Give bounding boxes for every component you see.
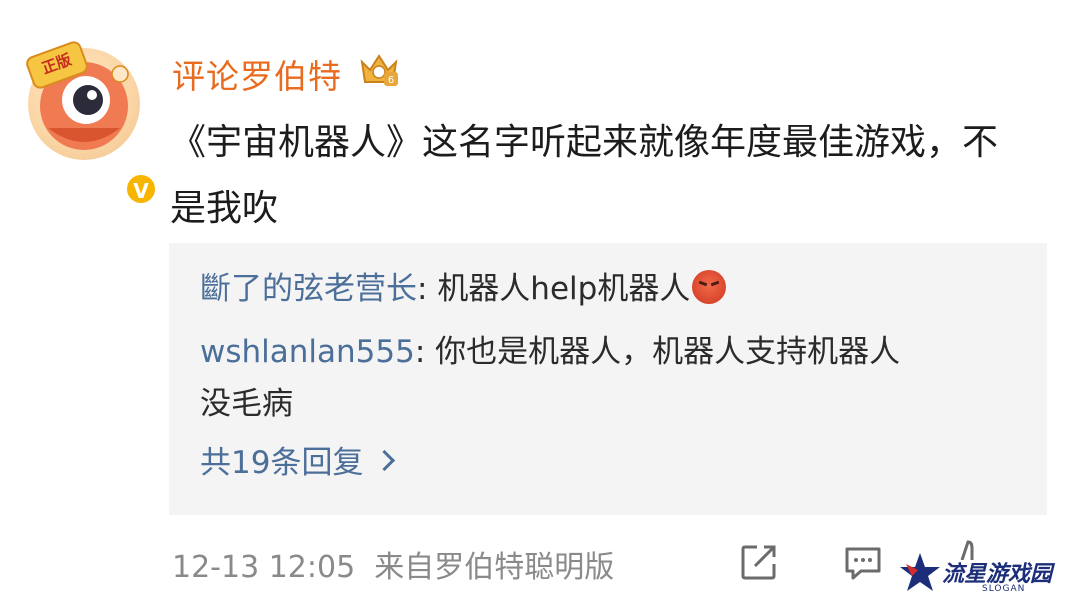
reply-preview-box[interactable]: 斷了的弦老营长: 机器人help机器人 wshlanlan555: 你也是机器人… bbox=[169, 243, 1047, 515]
reply-count-label: 共19条回复 bbox=[200, 445, 364, 481]
reply-separator: : bbox=[414, 334, 436, 370]
angry-face-emoji-icon bbox=[692, 270, 727, 304]
reply-item[interactable]: wshlanlan555: 你也是机器人，机器人支持机器人 bbox=[200, 326, 900, 378]
watermark-slogan: SLOGAN bbox=[982, 584, 1026, 594]
reply-separator: : bbox=[417, 271, 438, 307]
comment-timestamp: 12-13 12:05 bbox=[172, 550, 356, 585]
chevron-right-icon bbox=[374, 449, 396, 472]
comment-body: 《宇宙机器人》这名字听起来就像年度最佳游戏，不是我吹 bbox=[170, 122, 999, 229]
svg-text:6: 6 bbox=[388, 75, 394, 86]
comment-icon[interactable] bbox=[843, 545, 883, 581]
share-icon[interactable] bbox=[740, 543, 778, 581]
comment-card: 正版 V 评论罗伯特 6 《宇宙机器人》这名字听起来就像年度最佳游戏，不是我吹 … bbox=[0, 0, 1080, 601]
reply-text-continued: 没毛病 bbox=[200, 386, 293, 422]
comment-meta: 12-13 12:05 来自罗伯特聪明版 bbox=[172, 542, 614, 586]
view-all-replies-link[interactable]: 共19条回复 bbox=[200, 441, 396, 485]
reply-username[interactable]: 斷了的弦老营长 bbox=[200, 271, 417, 307]
star-logo-icon bbox=[900, 553, 940, 591]
reply-item[interactable]: 斷了的弦老营长: 机器人help机器人 bbox=[200, 263, 727, 315]
user-avatar[interactable]: 正版 V bbox=[23, 39, 158, 206]
comment-source: 来自罗伯特聪明版 bbox=[374, 550, 615, 585]
comment-username[interactable]: 评论罗伯特 bbox=[172, 50, 342, 98]
verified-icon: V bbox=[124, 172, 158, 206]
reply-text: 机器人help机器人 bbox=[437, 271, 691, 307]
reply-text: 你也是机器人，机器人支持机器人 bbox=[435, 334, 901, 370]
reply-username[interactable]: wshlanlan555 bbox=[200, 334, 415, 370]
crown-badge-icon: 6 bbox=[360, 54, 398, 86]
site-watermark: 流星游戏园 SLOGAN bbox=[898, 550, 1074, 598]
